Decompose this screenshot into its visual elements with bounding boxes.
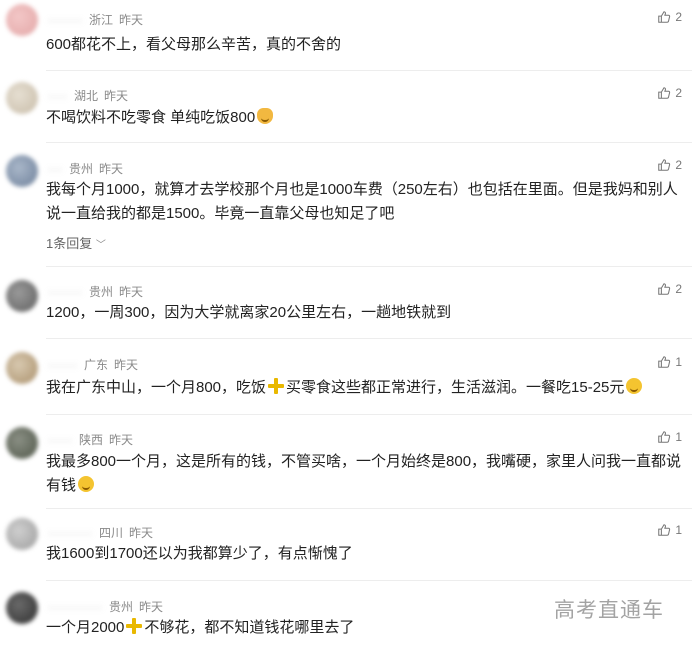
comment-text: 我1600到1700还以为我都算少了，有点惭愧了	[46, 545, 353, 562]
thumbs-up-icon	[658, 87, 671, 99]
avatar[interactable]	[6, 518, 38, 550]
plus-icon	[126, 618, 143, 634]
username-blurred[interactable]: ······	[48, 358, 78, 372]
avatar[interactable]	[6, 4, 38, 36]
comment-time: 昨天	[114, 358, 139, 372]
comment-time: 昨天	[104, 89, 129, 103]
like-count: 2	[675, 158, 682, 172]
like-count: 2	[675, 282, 682, 296]
comment-text: 600都花不上，看父母那么辛苦，真的不舍的	[46, 36, 342, 53]
comment-meta: ······· 浙江 昨天	[48, 11, 143, 28]
comment-text: 1200，一周300，因为大学就离家20公里左右，一趟地铁就到	[46, 304, 452, 321]
wave-emoji-icon	[78, 476, 95, 492]
thumbs-up-icon	[658, 431, 671, 443]
like-count: 1	[675, 523, 682, 537]
comment-meta: ··· 贵州 昨天	[48, 160, 123, 177]
like-button[interactable]: 2	[657, 86, 682, 100]
username-blurred[interactable]: ····	[48, 89, 68, 103]
avatar[interactable]	[6, 592, 38, 624]
comment-text: 不喝饮料不吃零食 单纯吃饭800	[46, 106, 646, 130]
like-button[interactable]: 1	[657, 355, 682, 369]
divider	[46, 580, 692, 581]
comment-time: 昨天	[119, 13, 144, 27]
reply-count-label: 1条回复	[46, 236, 93, 251]
avatar[interactable]	[6, 82, 38, 114]
thumbs-up-icon	[658, 524, 671, 536]
like-count: 2	[675, 86, 682, 100]
comment-meta: ··········· 贵州 昨天	[48, 598, 163, 615]
comment-location: 贵州	[69, 162, 94, 176]
divider	[46, 70, 692, 71]
thumbs-up-icon	[658, 283, 671, 295]
comment-meta: ········· 四川 昨天	[48, 524, 153, 541]
comment-text-part: 我在广东中山，一个月800，吃饭	[46, 379, 267, 396]
like-button[interactable]: 2	[657, 282, 682, 296]
thumbs-up-icon	[658, 356, 671, 368]
avatar[interactable]	[6, 280, 38, 312]
comment-location: 贵州	[88, 285, 113, 299]
like-button[interactable]: 1	[657, 523, 682, 537]
watermark: 高考直通车	[554, 599, 664, 622]
cat-emoji-icon	[257, 108, 274, 124]
comment-location: 四川	[98, 526, 123, 540]
smile-emoji-icon	[626, 378, 643, 394]
chevron-down-icon: ﹀	[95, 240, 106, 251]
comment-time: 昨天	[119, 285, 144, 299]
view-replies-link[interactable]: 1条回复 ﹀	[46, 233, 106, 252]
username-blurred[interactable]: ·····	[48, 433, 73, 447]
comment-text: 我最多800一个月，这是所有的钱，不管买啥，一个月始终是800，我嘴硬，家里人问…	[46, 450, 686, 498]
plus-icon	[268, 378, 285, 394]
divider	[46, 142, 692, 143]
like-count: 1	[675, 355, 682, 369]
divider	[46, 266, 692, 267]
thumbs-up-icon	[658, 159, 671, 171]
like-count: 1	[675, 430, 682, 444]
comment-text-part: 一个月2000	[46, 619, 125, 636]
comment-meta: ······ 广东 昨天	[48, 356, 138, 373]
comment-text-content: 不喝饮料不吃零食 单纯吃饭800	[46, 109, 256, 126]
divider	[46, 414, 692, 415]
divider	[46, 508, 692, 509]
comment-meta: ····· 陕西 昨天	[48, 431, 133, 448]
comment-text-content: 我最多800一个月，这是所有的钱，不管买啥，一个月始终是800，我嘴硬，家里人问…	[46, 453, 682, 494]
like-button[interactable]: 2	[657, 10, 682, 24]
comment-text: 我在广东中山，一个月800，吃饭 买零食这些都正常进行，生活滋润。一餐吃15-25…	[46, 376, 686, 400]
divider	[46, 338, 692, 339]
comment-location: 陕西	[78, 433, 103, 447]
username-blurred[interactable]: ·········	[48, 526, 93, 540]
comment-text-part: 买零食这些都正常进行，生活滋润。一餐吃15-25元	[286, 379, 625, 396]
comment-time: 昨天	[138, 600, 163, 614]
comment-time: 昨天	[128, 526, 153, 540]
comment-location: 贵州	[108, 600, 133, 614]
comment-location: 广东	[83, 358, 108, 372]
comment-location: 浙江	[88, 13, 113, 27]
comment-meta: ······· 贵州 昨天	[48, 283, 143, 300]
avatar[interactable]	[6, 352, 38, 384]
comment-time: 昨天	[99, 162, 124, 176]
username-blurred[interactable]: ···········	[48, 600, 103, 614]
comment-meta: ···· 湖北 昨天	[48, 87, 128, 104]
like-button[interactable]: 1	[657, 430, 682, 444]
like-count: 2	[675, 10, 682, 24]
username-blurred[interactable]: ·······	[48, 13, 83, 27]
comment-time: 昨天	[109, 433, 134, 447]
like-button[interactable]: 2	[657, 158, 682, 172]
thumbs-up-icon	[658, 11, 671, 23]
comment-text: 我每个月1000，就算才去学校那个月也是1000车费（250左右）也包括在里面。…	[46, 181, 678, 222]
comment-text-part: 不够花，都不知道钱花哪里去了	[144, 619, 355, 636]
comment-location: 湖北	[73, 89, 98, 103]
username-blurred[interactable]: ···	[48, 162, 63, 176]
username-blurred[interactable]: ·······	[48, 285, 83, 299]
avatar[interactable]	[6, 427, 38, 459]
avatar[interactable]	[6, 155, 38, 187]
